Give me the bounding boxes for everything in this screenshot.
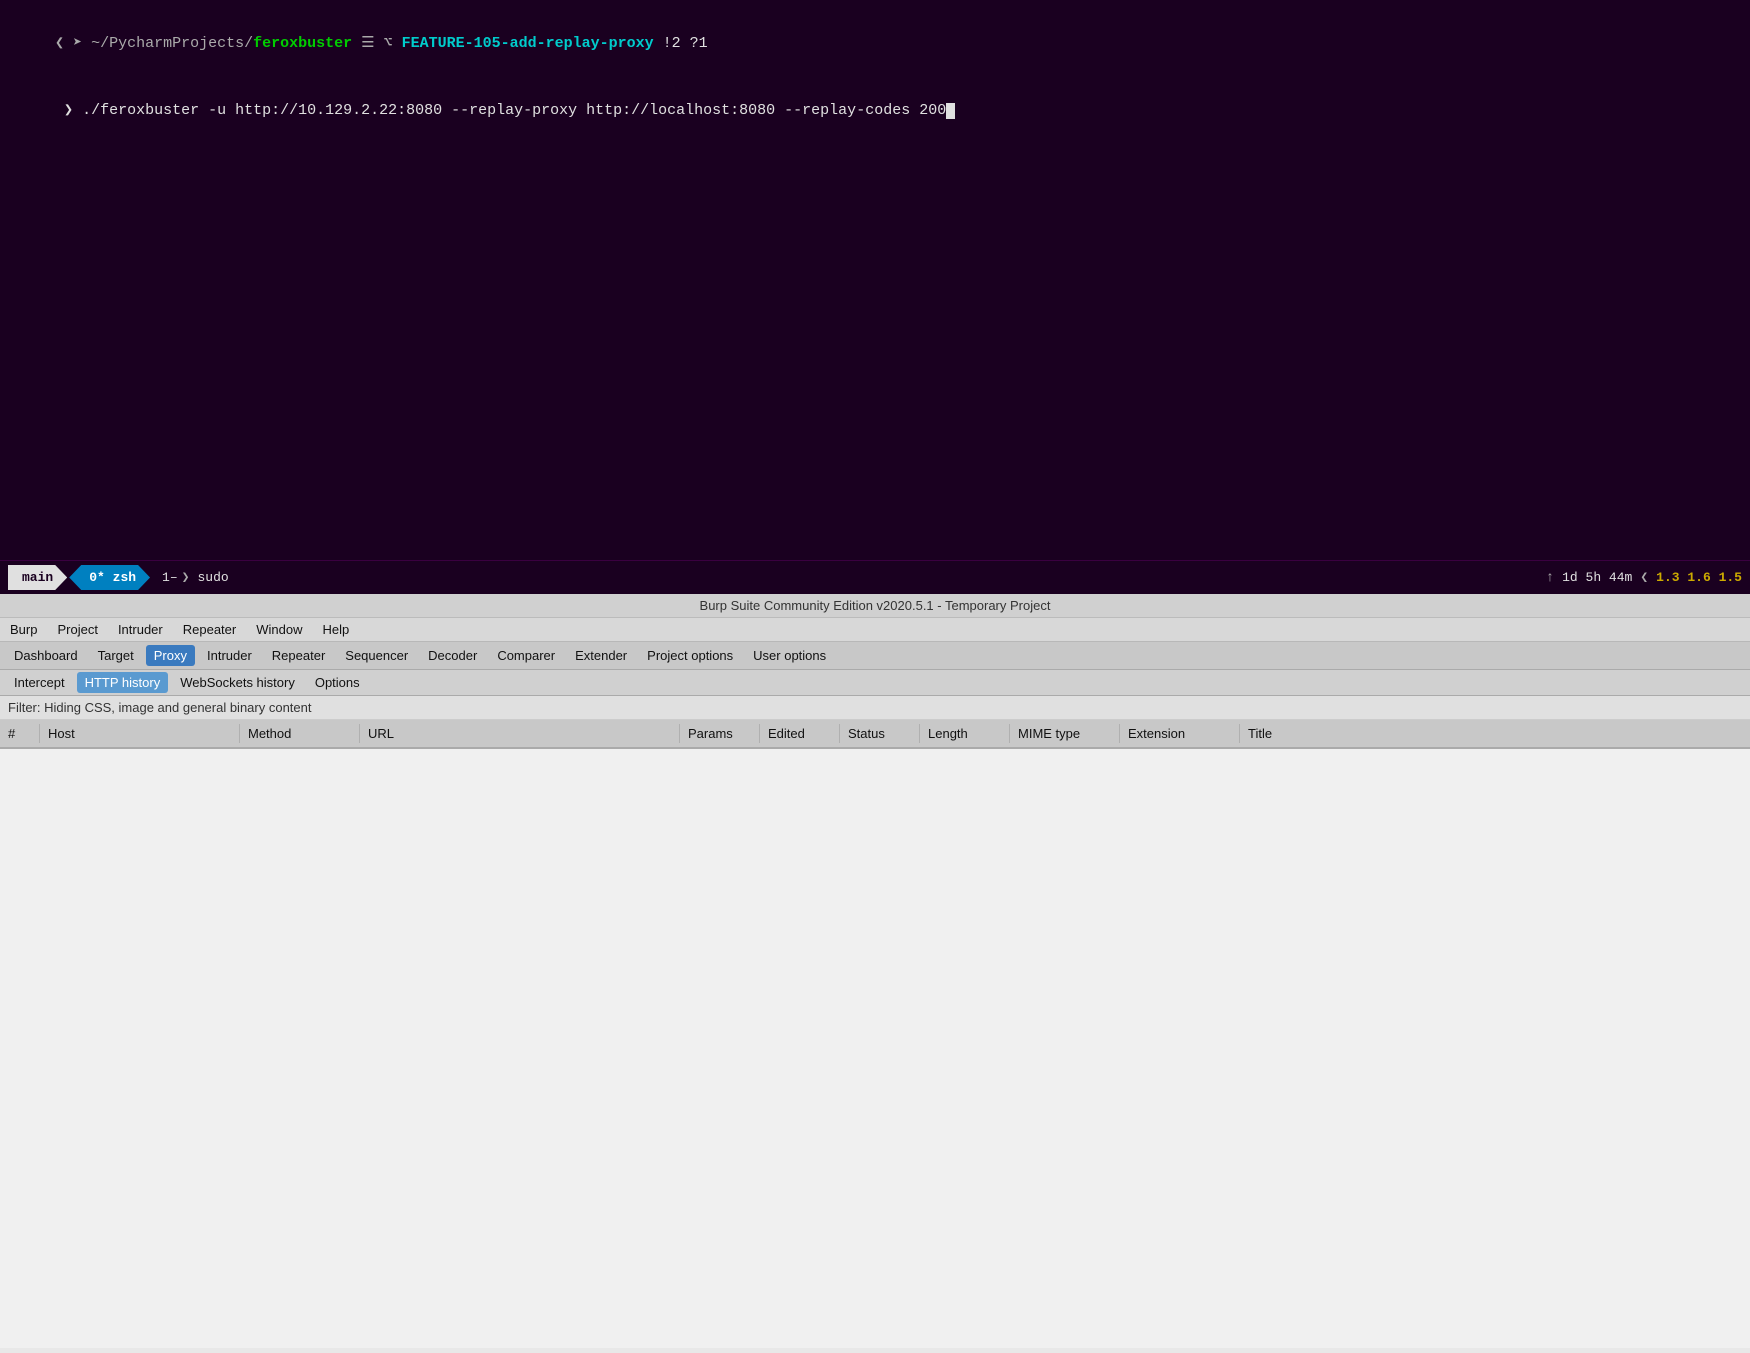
nav-repeater[interactable]: Repeater [264, 645, 333, 666]
burp-titlebar: Burp Suite Community Edition v2020.5.1 -… [0, 594, 1750, 618]
terminal-window: ❮ ➤ ~/PycharmProjects/feroxbuster ☰ ⌥ FE… [0, 0, 1750, 560]
col-header-method[interactable]: Method [240, 724, 360, 743]
nav-dashboard[interactable]: Dashboard [6, 645, 86, 666]
nav-decoder[interactable]: Decoder [420, 645, 485, 666]
menu-window[interactable]: Window [252, 620, 306, 639]
burp-title-text: Burp Suite Community Edition v2020.5.1 -… [700, 598, 1051, 613]
terminal-prompt-arrow: ❯ [46, 102, 82, 119]
tab-number: 1– [162, 570, 178, 585]
terminal-cursor [946, 103, 955, 119]
nav-comparer[interactable]: Comparer [489, 645, 563, 666]
prompt-icon: ❮ ➤ ~/PycharmProjects/ [46, 35, 253, 52]
burp-subtabs: Intercept HTTP history WebSockets histor… [0, 670, 1750, 696]
col-header-url[interactable]: URL [360, 724, 680, 743]
version-numbers: 1.3 1.6 1.5 [1656, 570, 1742, 585]
col-header-edited[interactable]: Edited [760, 724, 840, 743]
col-header-mime-type[interactable]: MIME type [1010, 724, 1120, 743]
tab-sudo-label: sudo [197, 570, 228, 585]
nav-user-options[interactable]: User options [745, 645, 834, 666]
nav-intruder[interactable]: Intruder [199, 645, 260, 666]
nav-sequencer[interactable]: Sequencer [337, 645, 416, 666]
burp-table-header: # Host Method URL Params Edited Status L… [0, 720, 1750, 749]
col-header-host[interactable]: Host [40, 724, 240, 743]
filter-text: Filter: Hiding CSS, image and general bi… [8, 700, 312, 715]
subtab-websockets-history[interactable]: WebSockets history [172, 672, 303, 693]
branch-name: FEATURE-105-add-replay-proxy [393, 35, 654, 52]
project-name: feroxbuster [253, 35, 352, 52]
nav-extender[interactable]: Extender [567, 645, 635, 666]
nav-target[interactable]: Target [90, 645, 142, 666]
subtab-http-history[interactable]: HTTP history [77, 672, 169, 693]
subtab-options[interactable]: Options [307, 672, 368, 693]
col-header-status[interactable]: Status [840, 724, 920, 743]
nav-project-options[interactable]: Project options [639, 645, 741, 666]
tab-zero-star: 0* [89, 570, 105, 585]
burp-filter-bar[interactable]: Filter: Hiding CSS, image and general bi… [0, 696, 1750, 720]
col-header-extension[interactable]: Extension [1120, 724, 1240, 743]
tab-zsh[interactable]: 0* zsh [69, 565, 150, 590]
tab-arrow: ❯ [182, 570, 190, 585]
burp-table-body [0, 749, 1750, 1348]
menu-burp[interactable]: Burp [6, 620, 41, 639]
terminal-command: ./feroxbuster -u http://10.129.2.22:8080… [82, 102, 946, 119]
col-header-length[interactable]: Length [920, 724, 1010, 743]
col-header-params[interactable]: Params [680, 724, 760, 743]
col-header-title[interactable]: Title [1240, 724, 1750, 743]
burp-navbar: Dashboard Target Proxy Intruder Repeater… [0, 642, 1750, 670]
nav-proxy[interactable]: Proxy [146, 645, 195, 666]
git-status-numbers: !2 ?1 [654, 35, 708, 52]
tab-main[interactable]: main [8, 565, 67, 590]
menu-intruder[interactable]: Intruder [114, 620, 167, 639]
terminal-line-1: ❮ ➤ ~/PycharmProjects/feroxbuster ☰ ⌥ FE… [10, 10, 1750, 78]
subtab-intercept[interactable]: Intercept [6, 672, 73, 693]
col-header-hash[interactable]: # [0, 724, 40, 743]
statusbar-right: ↑ 1d 5h 44m ❮ 1.3 1.6 1.5 [1546, 570, 1742, 586]
chevron-left-icon: ❮ [1640, 570, 1648, 585]
burp-menubar: Burp Project Intruder Repeater Window He… [0, 618, 1750, 642]
arrow-up-icon: ↑ [1546, 570, 1554, 586]
menu-project[interactable]: Project [53, 620, 101, 639]
terminal-line-2: ❯ ./feroxbuster -u http://10.129.2.22:80… [10, 78, 1750, 146]
terminal-statusbar: main 0* zsh 1– ❯ sudo ↑ 1d 5h 44m ❮ 1.3 … [0, 560, 1750, 594]
menu-help[interactable]: Help [318, 620, 353, 639]
tab-zsh-label: zsh [113, 570, 136, 585]
burp-suite-window: Burp Suite Community Edition v2020.5.1 -… [0, 594, 1750, 1353]
menu-repeater[interactable]: Repeater [179, 620, 240, 639]
elapsed-time: 1d 5h 44m [1562, 570, 1632, 585]
git-icon: ☰ ⌥ [352, 35, 392, 52]
